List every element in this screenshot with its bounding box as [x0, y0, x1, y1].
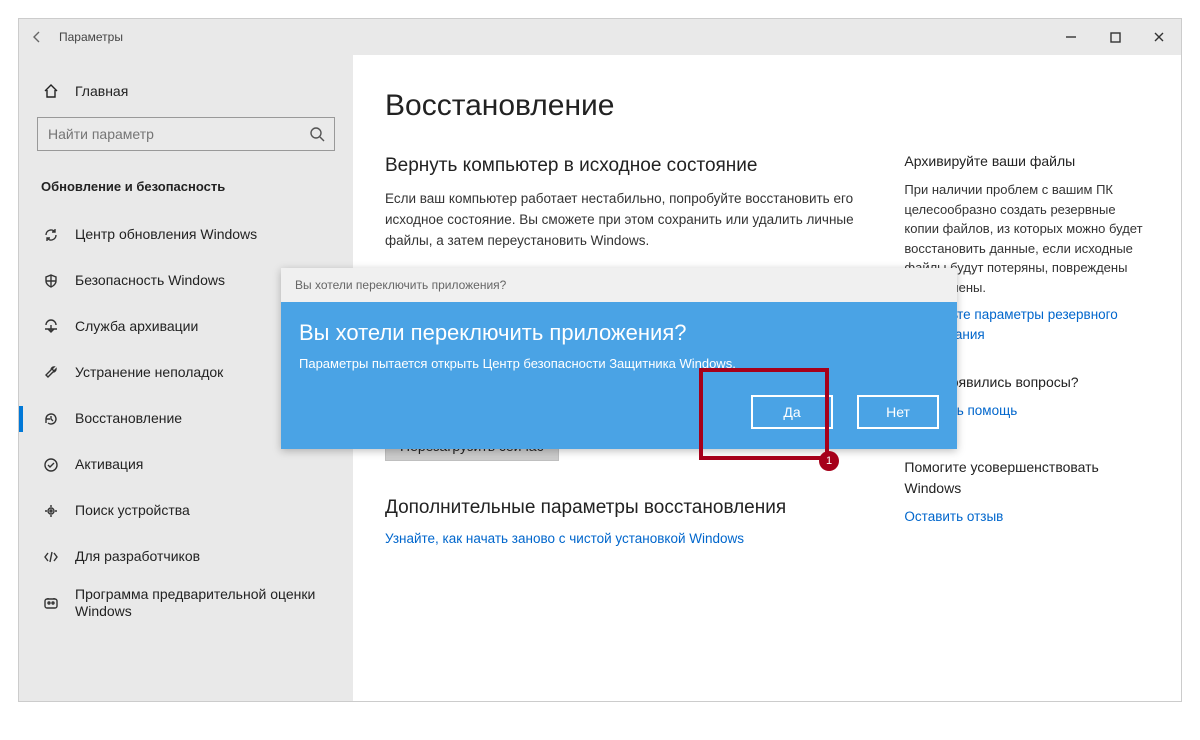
dialog-no-button[interactable]: Нет	[857, 395, 939, 429]
search-box[interactable]	[37, 117, 335, 151]
highlight-badge: 1	[819, 451, 839, 471]
sidebar-item-label: Для разработчиков	[75, 548, 331, 566]
minimize-button[interactable]	[1049, 19, 1093, 55]
side-feedback-title: Помогите усовершенствовать Windows	[904, 457, 1149, 499]
dialog-heading: Вы хотели переключить приложения?	[299, 320, 939, 346]
sidebar-group-label: Обновление и безопасность	[19, 173, 353, 212]
check-circle-icon	[41, 457, 61, 473]
page-title: Восстановление	[385, 89, 1149, 123]
home-icon	[41, 83, 61, 99]
developer-icon	[41, 549, 61, 565]
shield-icon	[41, 273, 61, 289]
section-more-title: Дополнительные параметры восстановления	[385, 497, 864, 519]
sidebar-home[interactable]: Главная	[19, 75, 353, 107]
switch-apps-dialog: Вы хотели переключить приложения? Вы хот…	[281, 268, 957, 449]
titlebar: Параметры	[19, 19, 1181, 55]
sidebar-home-label: Главная	[75, 83, 128, 99]
dialog-yes-button[interactable]: Да	[751, 395, 833, 429]
fresh-start-link[interactable]: Узнайте, как начать заново с чистой уста…	[385, 531, 864, 546]
section-reset-title: Вернуть компьютер в исходное состояние	[385, 155, 864, 177]
settings-window: Параметры Главная Обновление и безопасно…	[18, 18, 1182, 702]
sidebar-item-insider[interactable]: Программа предварительной оценки Windows	[19, 580, 353, 626]
wrench-icon	[41, 365, 61, 381]
window-title: Параметры	[59, 30, 123, 44]
refresh-icon	[41, 227, 61, 243]
insider-icon	[41, 595, 61, 611]
sidebar-item-label: Поиск устройства	[75, 502, 331, 520]
sidebar-item-label: Программа предварительной оценки Windows	[75, 586, 331, 621]
history-icon	[41, 411, 61, 427]
location-icon	[41, 503, 61, 519]
dialog-message: Параметры пытается открыть Центр безопас…	[299, 356, 939, 371]
sidebar-item-developers[interactable]: Для разработчиков	[19, 534, 353, 580]
maximize-button[interactable]	[1093, 19, 1137, 55]
search-icon	[300, 126, 334, 142]
sidebar-item-label: Активация	[75, 456, 331, 474]
sidebar-item-update[interactable]: Центр обновления Windows	[19, 212, 353, 258]
sidebar-item-label: Центр обновления Windows	[75, 226, 331, 244]
side-backup-title: Архивируйте ваши файлы	[904, 151, 1149, 172]
sidebar-item-find-device[interactable]: Поиск устройства	[19, 488, 353, 534]
side-feedback-link[interactable]: Оставить отзыв	[904, 507, 1149, 527]
dialog-titlebar: Вы хотели переключить приложения?	[281, 268, 957, 302]
back-button[interactable]	[19, 19, 55, 55]
section-reset-body: Если ваш компьютер работает нестабильно,…	[385, 189, 864, 252]
backup-icon	[41, 319, 61, 335]
close-button[interactable]	[1137, 19, 1181, 55]
search-input[interactable]	[38, 126, 300, 142]
